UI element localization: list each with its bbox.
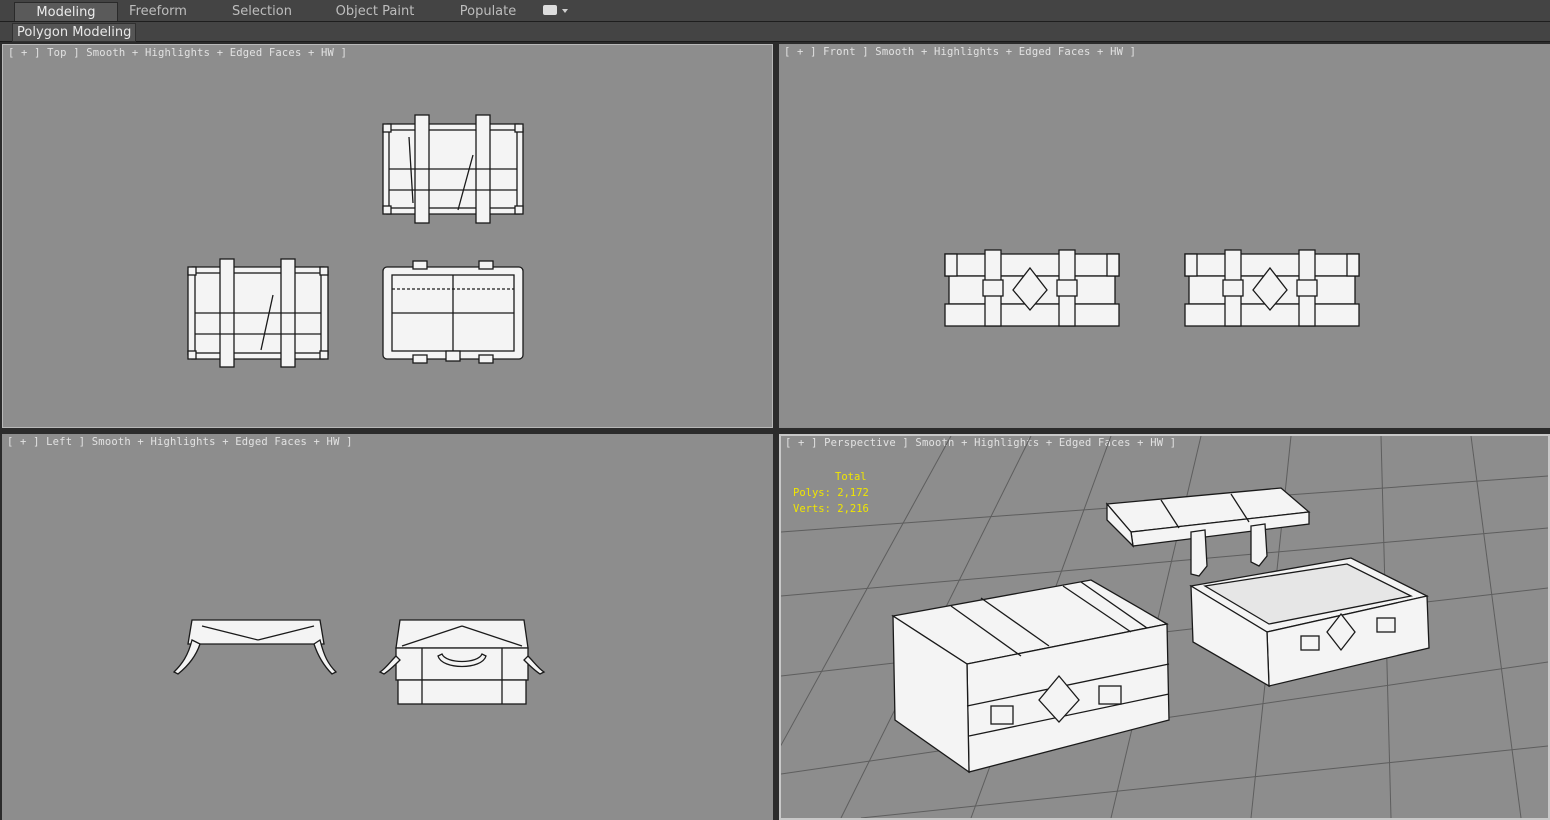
panel-options-icon[interactable]	[543, 4, 569, 18]
tab-freeform[interactable]: Freeform	[118, 2, 198, 21]
ribbon-tab-bar: Modeling Freeform Selection Object Paint…	[0, 0, 1550, 22]
left-view-models	[172, 619, 546, 705]
chest-lid-left-view	[172, 619, 338, 675]
front-view-models	[944, 249, 1360, 327]
viewport-top[interactable]: [ + ] Top ] Smooth + Highlights + Edged …	[2, 44, 773, 428]
chest-lid-perspective	[1105, 487, 1311, 577]
viewport-left[interactable]: [ + ] Left ] Smooth + Highlights + Edged…	[2, 434, 773, 820]
tab-object-paint[interactable]: Object Paint	[330, 2, 420, 21]
polygon-modeling-panel-button[interactable]: Polygon Modeling	[12, 23, 137, 42]
tab-selection[interactable]: Selection	[222, 2, 302, 21]
viewport-front[interactable]: [ + ] Front ] Smooth + Highlights + Edge…	[779, 44, 1550, 428]
perspective-view-models	[781, 436, 1548, 818]
top-view-models	[187, 114, 524, 368]
tab-populate[interactable]: Populate	[450, 2, 526, 21]
tab-modeling[interactable]: Modeling	[14, 2, 118, 21]
chest-base-perspective	[1189, 557, 1430, 688]
chest-lid-top-view	[382, 114, 524, 224]
chest-open-front-view	[1184, 249, 1360, 327]
chest-closed-perspective	[891, 579, 1170, 774]
chest-base-top-view	[382, 260, 524, 364]
chest-closed-left-view	[378, 619, 546, 705]
chest-closed-top-view	[187, 258, 329, 368]
ribbon-panel-bar: Polygon Modeling	[0, 22, 1550, 42]
chest-closed-front-view	[944, 249, 1120, 327]
viewport-perspective[interactable]: [ + ] Perspective ] Smooth + Highlights …	[779, 434, 1550, 820]
